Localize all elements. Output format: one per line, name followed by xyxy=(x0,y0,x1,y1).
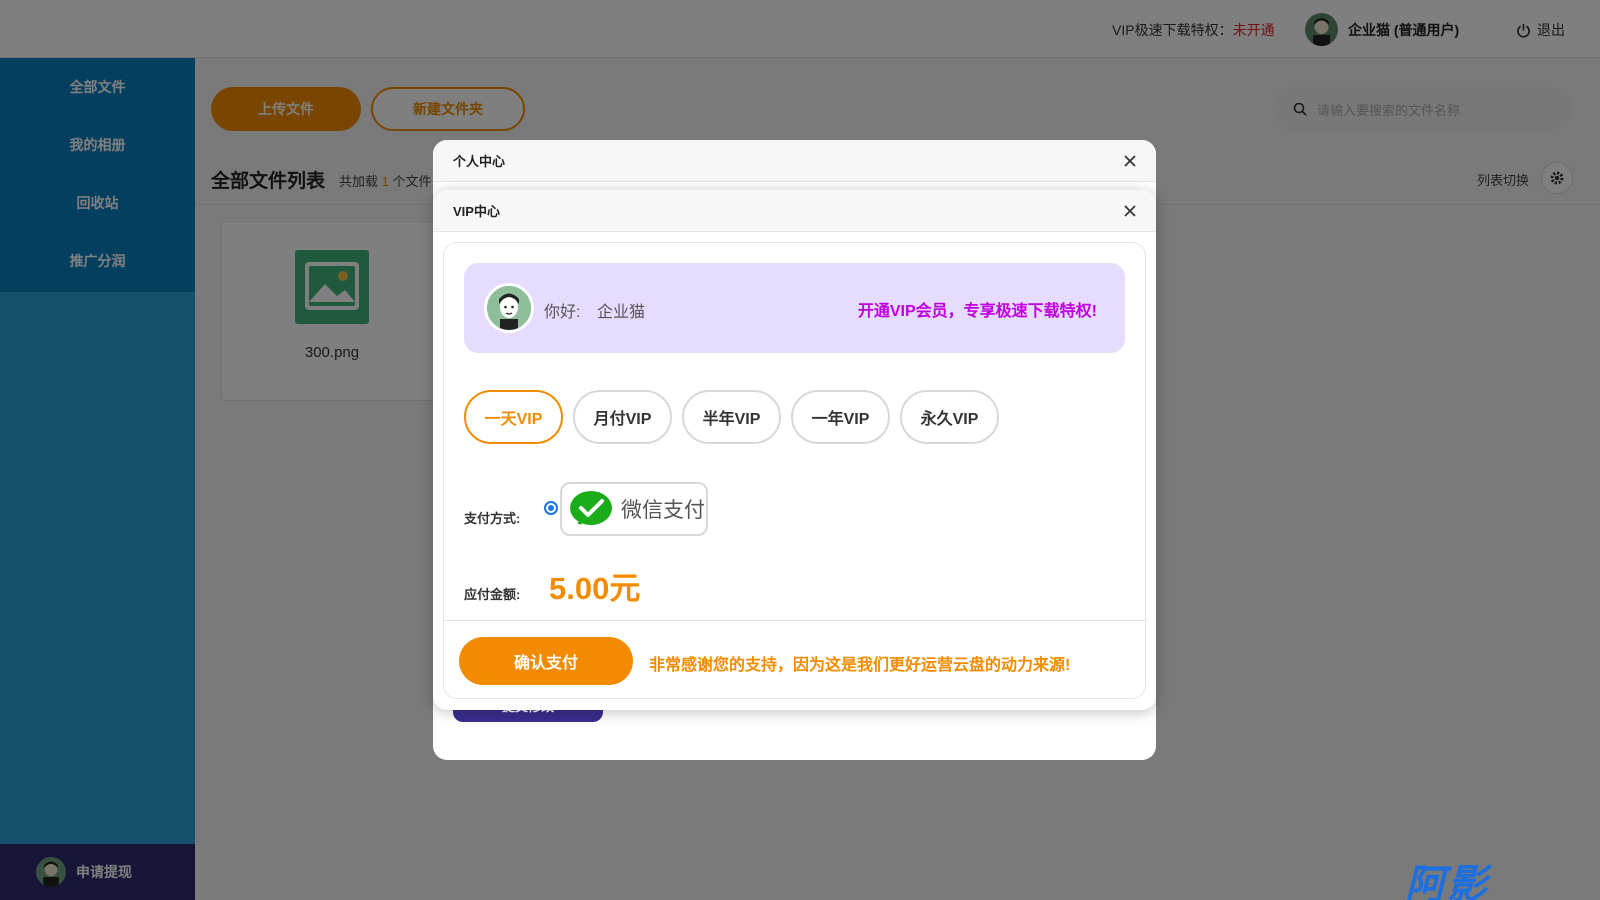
plan-half-year[interactable]: 半年VIP xyxy=(682,390,781,444)
dialog-title: 个人中心 xyxy=(453,154,506,169)
confirm-pay-button[interactable]: 确认支付 xyxy=(459,637,633,685)
greeting-name: 企业猫 xyxy=(597,304,646,321)
greeting-text: 你好: xyxy=(544,304,581,321)
close-icon[interactable] xyxy=(1122,203,1138,219)
amount-value: 5.00元 xyxy=(549,571,641,606)
vip-center-dialog: VIP中心 你好: 企业猫 开通VIP会员，专享极速下载特权! 一天VIP 月付… xyxy=(433,190,1156,710)
vip-promo: 开通VIP会员，专享极速下载特权! xyxy=(857,303,1097,320)
plan-one-day[interactable]: 一天VIP xyxy=(464,390,563,444)
watermark-logo: 阿影 xyxy=(1405,863,1489,900)
dialog-title: VIP中心 xyxy=(453,204,500,219)
divider xyxy=(444,620,1147,621)
plan-lifetime[interactable]: 永久VIP xyxy=(900,390,999,444)
wechat-pay-option[interactable]: 微信支付 xyxy=(560,482,708,536)
wechat-icon xyxy=(570,491,612,525)
dialog-header: VIP中心 xyxy=(433,190,1156,232)
avatar xyxy=(484,283,534,333)
dialog-header: 个人中心 xyxy=(433,140,1156,182)
greeting-card: 你好: 企业猫 开通VIP会员，专享极速下载特权! xyxy=(464,263,1125,353)
pay-method-label: 支付方式: xyxy=(464,511,521,526)
close-icon[interactable] xyxy=(1122,153,1138,169)
wechat-pay-radio[interactable] xyxy=(544,501,558,515)
plan-monthly[interactable]: 月付VIP xyxy=(573,390,672,444)
pay-method-name: 微信支付 xyxy=(621,499,705,522)
vip-body: 你好: 企业猫 开通VIP会员，专享极速下载特权! 一天VIP 月付VIP 半年… xyxy=(443,242,1147,699)
thanks-message: 非常感谢您的支持，因为这是我们更好运营云盘的动力来源! xyxy=(649,657,1071,674)
amount-label: 应付金额: xyxy=(464,587,521,602)
plan-options: 一天VIP 月付VIP 半年VIP 一年VIP 永久VIP xyxy=(464,390,999,444)
plan-one-year[interactable]: 一年VIP xyxy=(791,390,890,444)
